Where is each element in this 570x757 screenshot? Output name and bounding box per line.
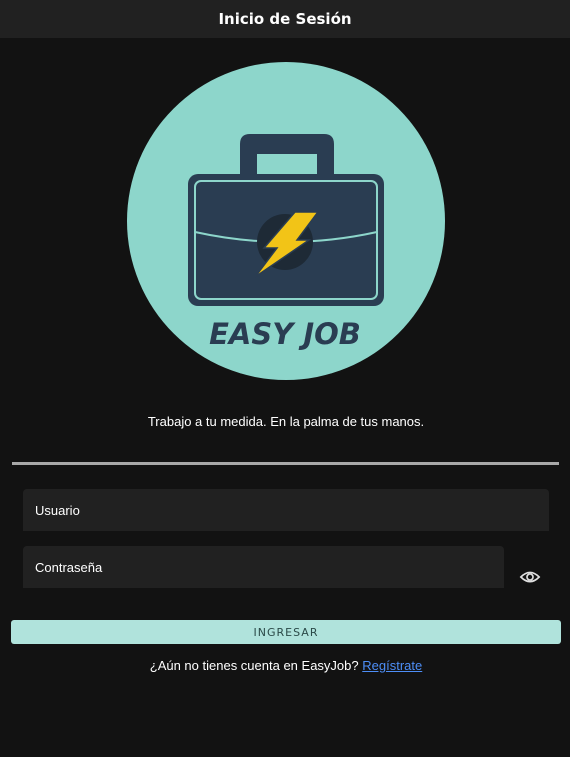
divider (12, 462, 559, 465)
register-prompt-text: ¿Aún no tienes cuenta en EasyJob? (149, 658, 359, 673)
show-password-eye-icon[interactable] (519, 568, 541, 586)
login-button[interactable]: INGRESAR (11, 620, 561, 644)
tagline: Trabajo a tu medida. En la palma de tus … (147, 414, 425, 429)
username-field[interactable] (23, 489, 549, 531)
register-prompt: ¿Aún no tienes cuenta en EasyJob? Regíst… (0, 658, 570, 673)
register-link[interactable]: Regístrate (362, 658, 422, 673)
password-input[interactable] (23, 546, 504, 588)
logo-text: EASY JOB (209, 317, 361, 351)
app-bar: Inicio de Sesión (0, 0, 570, 38)
username-input[interactable] (23, 489, 549, 531)
easy-job-logo: EASY JOB (127, 62, 445, 380)
password-field[interactable] (23, 546, 504, 588)
page-title: Inicio de Sesión (218, 10, 352, 28)
